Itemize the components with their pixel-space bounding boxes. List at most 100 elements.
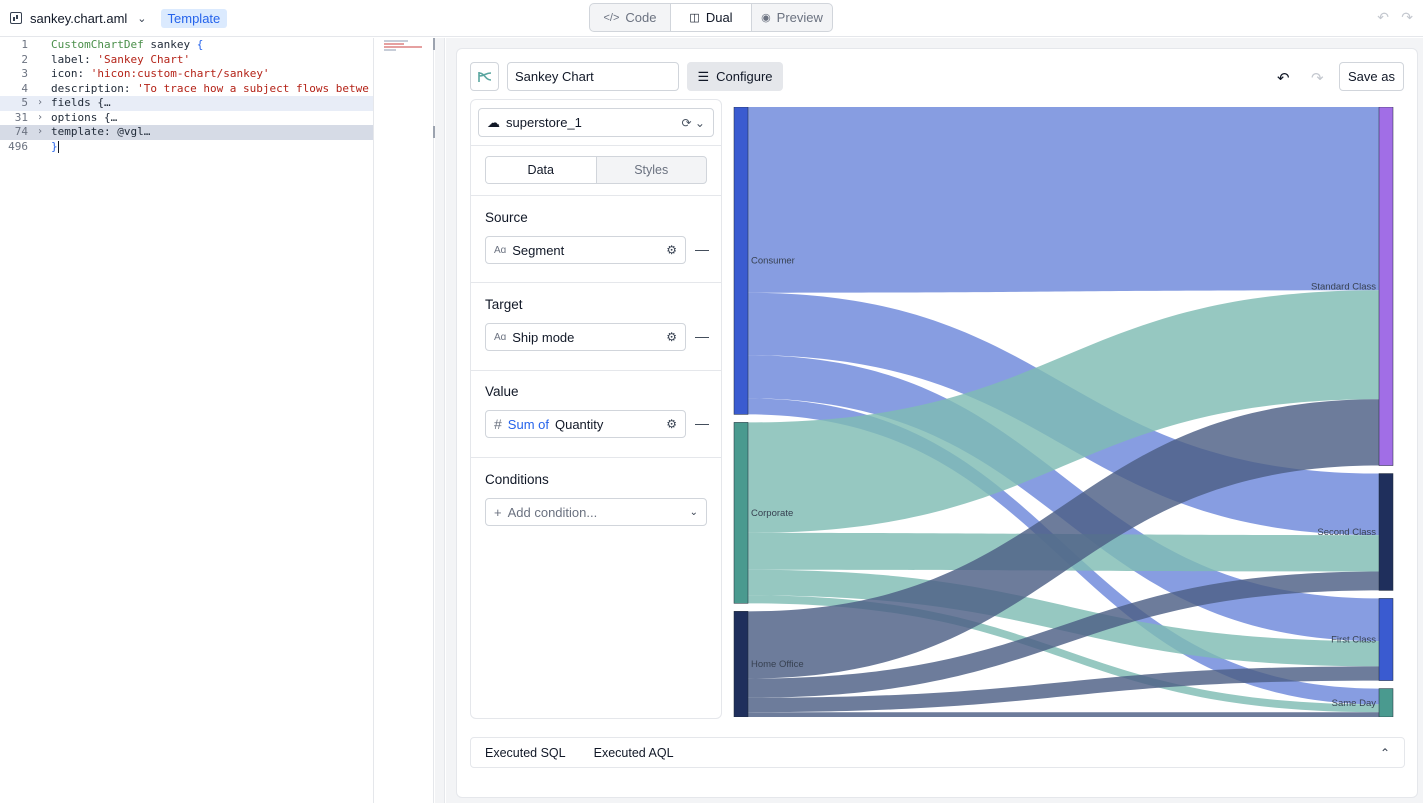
editor-minimap[interactable] (374, 38, 439, 803)
line-number: 74 (14, 125, 28, 138)
configure-button[interactable]: ☰ Configure (687, 62, 783, 91)
target-field[interactable]: Aɑ Ship mode ⚙ (485, 323, 686, 351)
code-line[interactable]: 31 › options {… (0, 111, 373, 126)
code-line[interactable]: 5 › fields {… (0, 96, 373, 111)
fold-chevron-icon[interactable]: › (37, 125, 43, 140)
config-tabs: Data Styles (485, 156, 707, 184)
mode-dual-button[interactable]: ◫ Dual (670, 4, 752, 31)
chart-file-icon (10, 12, 22, 24)
chevron-up-icon[interactable]: ⌃ (1380, 746, 1390, 760)
mode-code-button[interactable]: </> Code (590, 4, 670, 31)
refresh-chevron-icon: ⟳ ⌄ (681, 115, 705, 130)
conditions-title: Conditions (485, 472, 549, 487)
text-type-icon: Aɑ (494, 331, 507, 343)
field-settings-icon[interactable]: ⚙ (666, 243, 677, 257)
chart-undo-icon[interactable]: ↶ (1277, 69, 1290, 87)
code-token: icon: (51, 67, 91, 80)
code-token: … (103, 96, 111, 109)
line-number: 5 (21, 96, 28, 109)
text-cursor (57, 140, 59, 153)
sankey-node-label: Consumer (751, 256, 795, 267)
line-number: 496 (8, 139, 28, 153)
pane-resizer[interactable] (435, 38, 445, 803)
plus-icon: + (494, 504, 502, 520)
code-token: CustomChartDef (51, 38, 144, 51)
sankey-node-label: Corporate (751, 508, 793, 519)
remove-source-icon[interactable]: — (695, 241, 709, 257)
code-token: label: (51, 52, 98, 66)
chart-redo-icon[interactable]: ↷ (1311, 69, 1324, 87)
code-token: 'hicon:custom-chart/sankey' (90, 67, 270, 80)
sankey-chart-icon[interactable] (470, 62, 499, 91)
source-field[interactable]: Aɑ Segment ⚙ (485, 236, 686, 264)
text-type-icon: Aɑ (494, 244, 507, 256)
chart-config-panel: ☁ superstore_1 ⟳ ⌄ Data Styles Source Aɑ… (470, 99, 722, 719)
line-number: 2 (21, 52, 28, 66)
fold-chevron-icon[interactable]: › (37, 111, 43, 126)
code-text: } (51, 140, 59, 155)
file-header: sankey.chart.aml ⌄ Template (10, 8, 228, 28)
executed-sql-tab[interactable]: Executed SQL (485, 746, 566, 760)
sankey-node[interactable] (733, 107, 749, 415)
line-number: 31 (14, 110, 28, 124)
sankey-node-label: First Class (1331, 635, 1376, 646)
sankey-node[interactable] (1378, 107, 1394, 466)
code-token: fields { (51, 96, 104, 109)
code-line[interactable]: 1 CustomChartDef sankey { (0, 38, 373, 53)
sankey-node-label: Same Day (1332, 698, 1377, 709)
code-text: label: 'Sankey Chart' (51, 53, 190, 68)
value-field[interactable]: # Sum of Quantity ⚙ (485, 410, 686, 438)
line-number: 4 (21, 81, 28, 95)
dataset-select[interactable]: ☁ superstore_1 ⟳ ⌄ (478, 108, 714, 137)
sankey-glyph-icon (477, 71, 491, 82)
save-as-button[interactable]: Save as (1339, 62, 1404, 91)
add-condition-select[interactable]: + Add condition... ⌄ (485, 498, 707, 526)
line-number: 1 (21, 38, 28, 51)
divider (471, 282, 721, 283)
tab-styles[interactable]: Styles (597, 157, 707, 183)
top-bar: sankey.chart.aml ⌄ Template </> Code ◫ Dua… (0, 0, 1423, 37)
sankey-link[interactable] (748, 107, 1379, 293)
line-number: 3 (21, 67, 28, 80)
eye-icon: ◉ (761, 12, 771, 24)
sankey-node[interactable] (1378, 473, 1394, 591)
sankey-node[interactable] (1378, 688, 1394, 717)
executed-queries-bar: Executed SQL Executed AQL ⌃ (470, 737, 1405, 768)
sankey-node[interactable] (733, 422, 749, 604)
remove-target-icon[interactable]: — (695, 328, 709, 344)
sankey-svg: Consumer Corporate Home Office Standard Cla… (733, 107, 1394, 717)
sankey-node[interactable] (733, 611, 749, 717)
chart-name-input[interactable]: Sankey Chart (507, 62, 679, 91)
chart-toolbar: Sankey Chart ☰ Configure ↶ ↷ Save as (457, 49, 1417, 101)
fold-chevron-icon[interactable]: › (37, 96, 43, 111)
chart-builder-card: Sankey Chart ☰ Configure ↶ ↷ Save as ☁ s… (456, 48, 1418, 798)
sankey-link[interactable] (748, 712, 1379, 717)
sankey-node-label: Home Office (751, 659, 804, 670)
minimap-line (384, 40, 408, 42)
code-editor[interactable]: 1 CustomChartDef sankey {2 label: 'Sankey… (0, 38, 374, 803)
redo-icon[interactable]: ↷ (1401, 9, 1413, 26)
code-token: 'Sankey Chart' (97, 52, 191, 66)
code-line[interactable]: 74 › template: @vgl… (0, 125, 373, 140)
tab-data[interactable]: Data (486, 157, 597, 183)
mode-preview-button[interactable]: ◉ Preview (752, 4, 832, 31)
code-text: description: 'To trace how a subject flo… (51, 82, 369, 97)
code-line[interactable]: 496} (0, 140, 373, 155)
code-token: … (143, 125, 151, 138)
sankey-node-label: Second Class (1317, 527, 1376, 538)
code-token: sankey (143, 38, 197, 51)
code-line[interactable]: 2 label: 'Sankey Chart' (0, 53, 373, 68)
file-name[interactable]: sankey.chart.aml (30, 11, 127, 26)
chevron-down-icon[interactable]: ⌄ (137, 12, 146, 25)
field-settings-icon[interactable]: ⚙ (666, 417, 677, 431)
undo-icon[interactable]: ↶ (1377, 9, 1389, 26)
field-settings-icon[interactable]: ⚙ (666, 330, 677, 344)
sankey-node[interactable] (1378, 598, 1394, 681)
remove-value-icon[interactable]: — (695, 415, 709, 431)
code-line[interactable]: 4 description: 'To trace how a subject f… (0, 82, 373, 97)
dataset-icon: ☁ (487, 114, 500, 130)
sankey-chart[interactable]: Consumer Corporate Home Office Standard Cla… (733, 107, 1413, 717)
executed-aql-tab[interactable]: Executed AQL (594, 746, 674, 760)
code-text: fields {… (51, 96, 111, 111)
code-line[interactable]: 3 icon: 'hicon:custom-chart/sankey' (0, 67, 373, 82)
